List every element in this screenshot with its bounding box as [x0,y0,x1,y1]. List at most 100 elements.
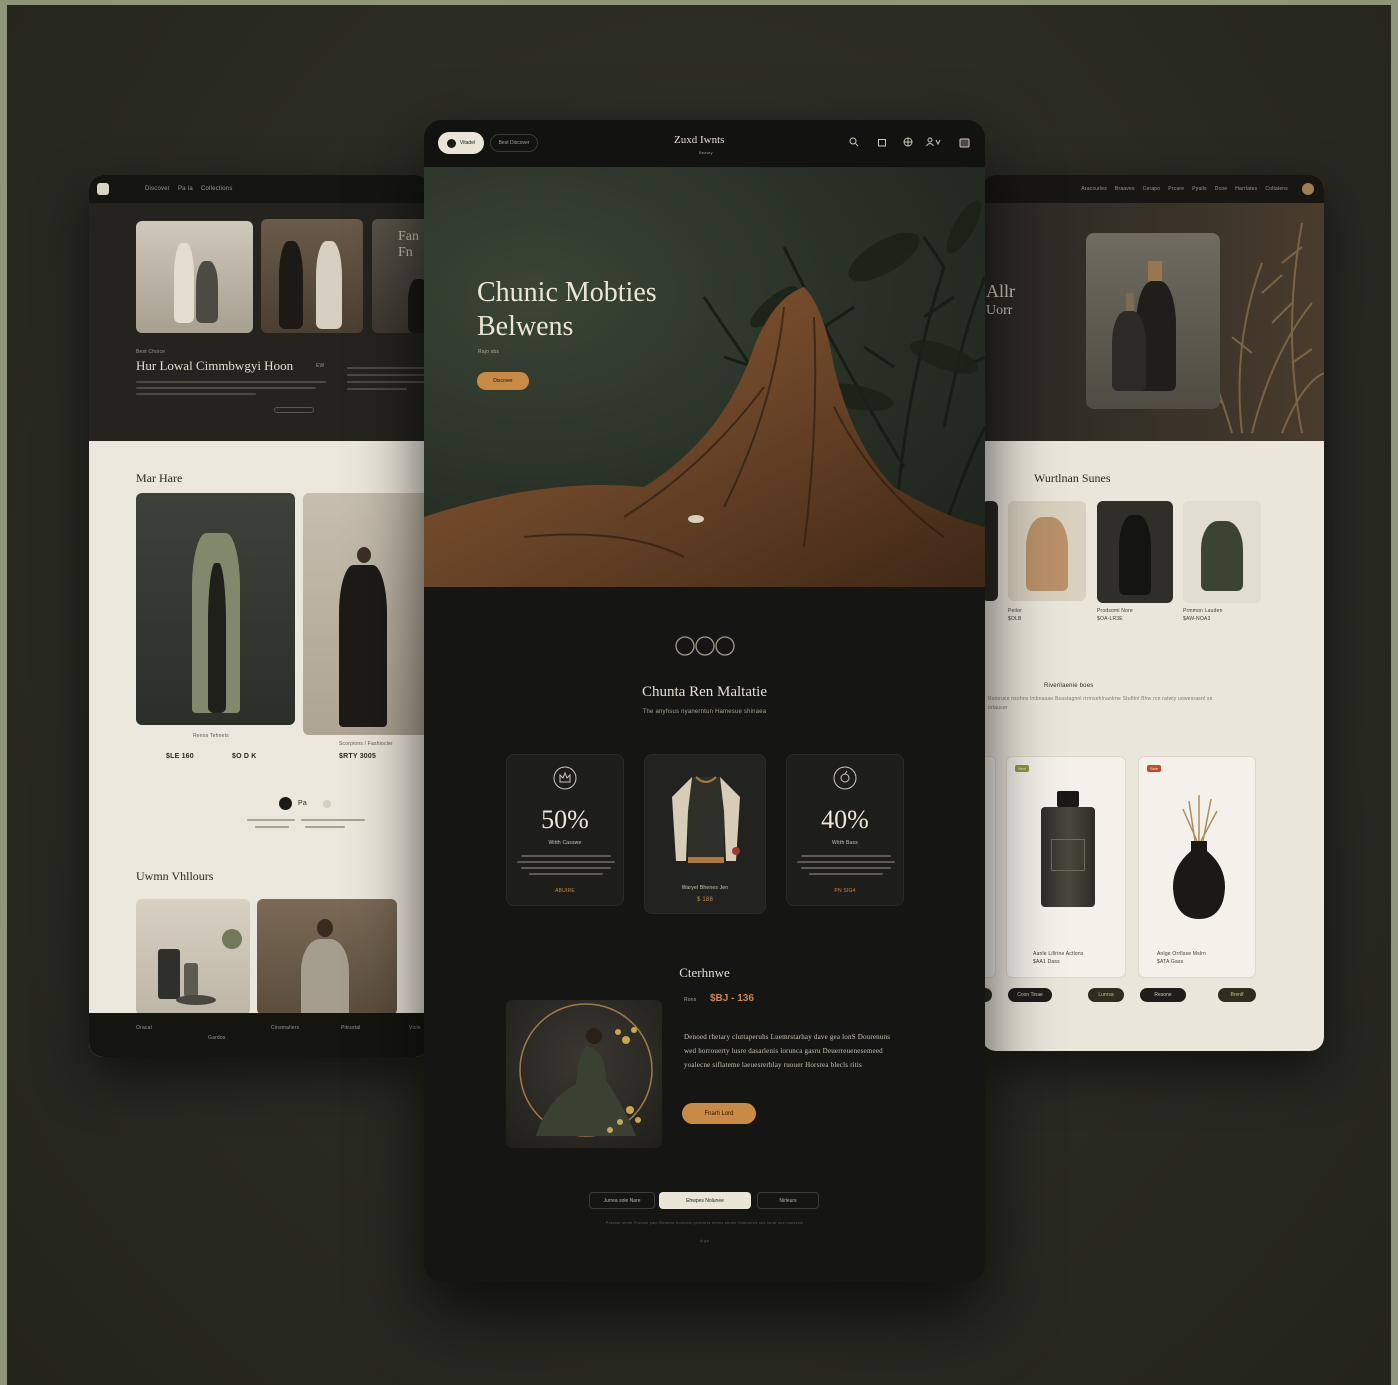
left-nav: Discover Pa Ia Collections [89,175,429,203]
left-carousel-dots[interactable] [274,407,314,413]
right-page-mockup: Aracsurles Braaves Cerapo Prcare Pyulls … [982,175,1324,1051]
right-product-name: Anlge Orrllsse Mslrn [1157,951,1207,957]
bag-icon[interactable] [877,137,887,147]
right-hero: Aracsurles Braaves Cerapo Prcare Pyulls … [982,175,1324,441]
deal-foot: PN SIG4 [834,888,856,894]
center-section-title: Chunta Ren Maltatie [642,684,767,700]
center-tab[interactable]: Nirleurs [757,1192,819,1209]
left-footer-col[interactable]: Gardos [208,1035,226,1041]
left-collection-image-2[interactable] [257,899,397,1015]
left-hero: Discover Pa Ia Collections Fan Fn Best Ch… [89,175,429,441]
right-product-button[interactable]: Resone [1140,988,1186,1002]
right-hero-line1: Allr [986,281,1015,301]
ornament-rings-icon [675,636,735,656]
right-nav-item[interactable]: Pyulls [1192,186,1207,192]
pager-dot[interactable] [322,799,331,808]
left-footer-col[interactable]: Vicle [409,1025,421,1031]
deal-desc-line [801,867,891,869]
right-apparel-thumb-1[interactable] [1008,501,1086,601]
pager-dot-active[interactable] [279,797,292,810]
left-thumb-3[interactable]: Fan Fn [372,219,429,333]
cart-icon[interactable] [959,137,970,148]
story-price: $BJ - 136 [710,993,754,1004]
right-avatar[interactable] [1302,183,1314,195]
right-product-button[interactable]: Coon Tinae [1008,988,1052,1002]
right-apparel-thumb-2[interactable] [1097,501,1173,603]
hero-subtitle: Rajo sbs [478,349,500,355]
center-page-mockup: Vitadel Best Discover Zuxd Iwnts Beauty [424,120,985,1282]
deal-label: Witth Casswe [548,840,582,846]
left-footer-col[interactable]: Cinsmallers [271,1025,299,1031]
story-price-label: Rons [684,997,697,1003]
left-thumb-1[interactable] [136,221,253,333]
deal-product-name: Waryel Bhenes Jen [681,885,729,891]
left-footer: Oracal Gardos Cinsmallers Pitrsstal Vicl… [89,1013,429,1057]
deal-card-40[interactable]: 40% Witth Bass PN SIG4 [786,754,904,906]
deal-card-product[interactable]: Waryel Bhenes Jen $ 188 [644,754,766,914]
story-cta-button[interactable]: Fnarti Lord [682,1103,756,1124]
hero-title-line1: Chunic Mobties [477,277,657,308]
left-pager[interactable]: Pa [279,797,331,810]
deal-percent: 50% [541,805,589,834]
right-apparel-thumb-3[interactable] [1183,501,1261,603]
right-product-button-alt[interactable]: Lunrsa [1088,988,1124,1002]
left-thumb-2[interactable] [261,219,363,333]
right-nav-item[interactable]: Dcoe [1215,186,1227,192]
center-brand[interactable]: Zuxd Iwnts [674,134,724,146]
right-product-card-2[interactable]: Sale Anlge Orrllsse Mslrn $ATA Gass [1138,756,1256,978]
left-nav-item[interactable]: Collections [201,186,233,192]
left-collection-image-1[interactable] [136,899,250,1015]
crown-badge-icon [553,766,577,790]
left-product-image-1[interactable] [136,493,295,725]
left-nav-item[interactable]: Discover [145,186,170,192]
right-nav-item[interactable]: Coltalens [1265,186,1288,192]
deal-desc-line [521,867,611,869]
left-product-image-2[interactable] [303,493,429,735]
badge-new: New [1015,765,1030,772]
center-nav-pill[interactable]: Vitadel [438,132,484,154]
left-product-price-2: $RTY 3005 [339,753,377,760]
right-hero-line2: Uorr [986,303,1013,318]
left-section-title: Mar Hare [136,471,183,485]
right-nav-item[interactable]: Prcare [1168,186,1184,192]
right-nav-item[interactable]: Aracsurles [1081,186,1107,192]
right-nav-item[interactable]: Braaves [1115,186,1135,192]
right-apparel-price: $OLB [1008,616,1022,622]
right-apparel-price: $OA-LR3E [1097,616,1123,622]
story-image[interactable] [506,1000,662,1148]
right-nav-item[interactable]: Cerapo [1143,186,1161,192]
deal-card-50[interactable]: 50% Witth Casswe ABUIRE [506,754,624,906]
left-footer-col[interactable]: Pitrsstal [341,1025,361,1031]
search-icon[interactable] [849,137,859,147]
center-section-subtitle: The anyhsus nyanerntun Hamesue shinaea [642,709,767,715]
left-intro-chip: EW [316,363,325,369]
logo-icon [446,138,456,148]
right-product-button-alt[interactable]: Brenlf [1218,988,1256,1002]
center-tab[interactable]: Jurrea sole Nare [589,1192,655,1209]
story-figure-illustration [519,1003,653,1137]
right-product-card-1[interactable]: New Aanle Lillrine Actlons $AA1 Dass [1006,756,1126,978]
deal-label: Witth Bass [832,840,858,846]
left-product-name-2: Scorpions / Fashiocler [339,741,393,747]
mockup-stage: Discover Pa Ia Collections Fan Fn Best Ch… [7,5,1391,1385]
deal-percent: 40% [821,805,869,834]
center-footer-line: Prosme seme Fronssl pau Sleamre bulocesl… [605,1220,804,1225]
center-nav: Vitadel Best Discover Zuxd Iwnts Beauty [424,120,985,167]
left-section2-title: Uwmn Vhllours [136,869,214,883]
right-hero-image[interactable] [1086,233,1220,409]
right-nav-item[interactable]: Harrlates [1235,186,1257,192]
left-nav-item[interactable]: Pa Ia [178,186,193,192]
center-tab-active[interactable]: Ehwpes Nolunee [659,1192,751,1209]
left-footer-col[interactable]: Oracal [136,1025,152,1031]
left-logo-icon[interactable] [97,183,109,195]
account-icon[interactable] [926,137,942,147]
globe-icon[interactable] [903,137,913,147]
perfume-bottle [1039,791,1097,909]
center-nav-menu[interactable]: Best Discover [490,134,538,152]
right-paragraph: Rstoruce nsohns lmbnasae Bsastagnnl rtrm… [988,696,1213,711]
hero-cta-button[interactable]: Discover [477,372,529,390]
right-apparel-name: Prodsomi Nore [1097,608,1133,614]
pager-label: Pa [298,800,307,807]
right-section-title: Wurtlnan Sunes [1034,471,1111,485]
deal-product-price: $ 188 [696,897,713,903]
